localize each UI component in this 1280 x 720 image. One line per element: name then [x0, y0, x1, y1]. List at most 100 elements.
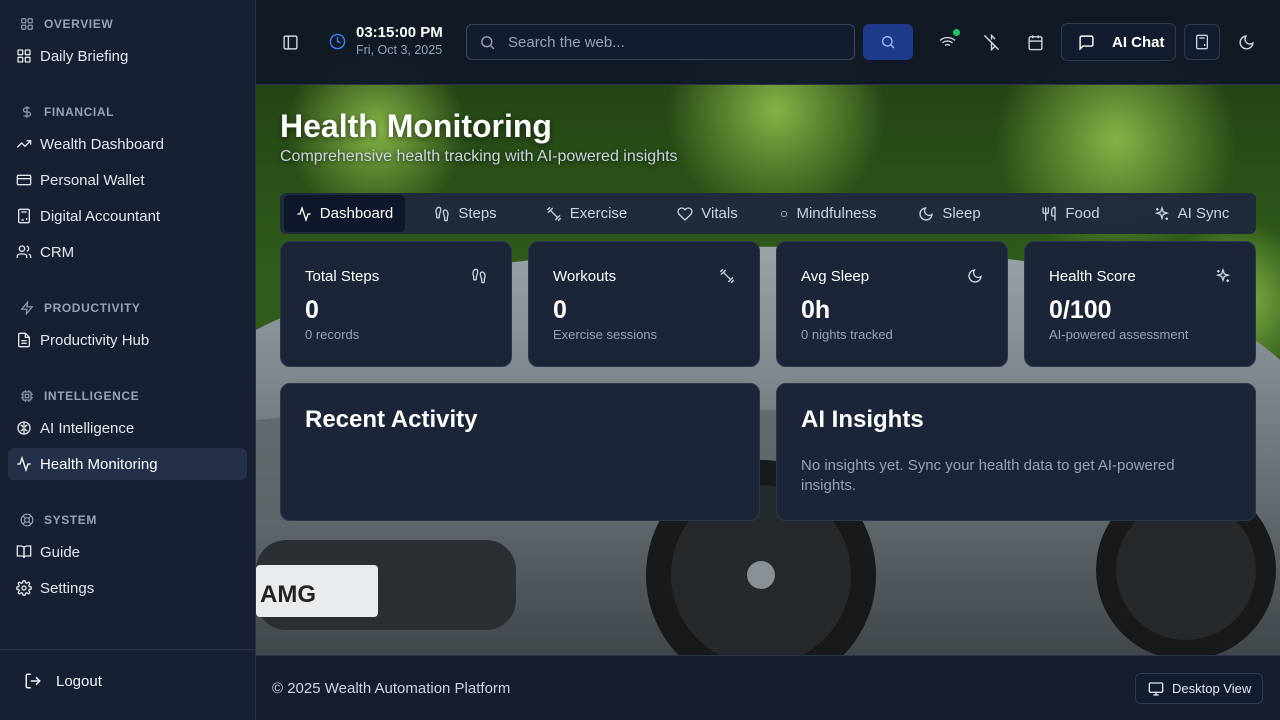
moon-icon [967, 268, 983, 284]
sidebar-item-settings[interactable]: Settings [8, 572, 247, 604]
stat-label: Avg Sleep [801, 268, 870, 285]
book-open-icon [16, 545, 32, 559]
dollar-icon [22, 106, 32, 118]
tab-steps[interactable]: Steps [405, 195, 526, 232]
panel-title: AI Insights [801, 406, 924, 433]
users-icon [16, 245, 32, 258]
search-icon [882, 36, 895, 49]
ai-insights-panel: AI Insights No insights yet. Sync your h… [776, 383, 1256, 521]
tab-sleep[interactable]: Sleep [889, 195, 1010, 232]
wifi-icon [939, 36, 955, 46]
calendar-button[interactable] [1021, 28, 1049, 56]
tab-exercise[interactable]: Exercise [526, 195, 647, 232]
grid-icon [17, 49, 31, 63]
recent-activity-panel: Recent Activity [280, 383, 760, 521]
tab-ai-sync[interactable]: AI Sync [1131, 195, 1252, 232]
sidebar-item-label: Digital Accountant [40, 207, 161, 225]
stat-value: 0 [305, 296, 319, 324]
cpu-icon [21, 390, 33, 402]
clock-date: Fri, Oct 3, 2025 [356, 43, 443, 57]
sidebar-item-label: Personal Wallet [40, 171, 145, 189]
sidebar-footer: Logout [0, 649, 256, 720]
stat-card-workouts: Workouts 0 Exercise sessions [528, 241, 760, 367]
section-productivity: PRODUCTIVITY [20, 300, 141, 316]
tab-label: AI Sync [1177, 205, 1230, 222]
stat-value: 0/100 [1049, 296, 1112, 324]
desktop-view-button[interactable]: Desktop View [1135, 673, 1263, 704]
desktop-view-label: Desktop View [1172, 681, 1252, 696]
sidebar-item-daily-briefing[interactable]: Daily Briefing [8, 40, 247, 72]
status-dot [953, 29, 960, 36]
stat-label: Health Score [1049, 268, 1136, 285]
settings-icon [16, 580, 32, 596]
tab-label: Sleep [942, 205, 981, 222]
tab-bar: Dashboard Steps Exercise Vitals Mindfuln… [280, 193, 1256, 234]
activity-icon [17, 456, 31, 472]
tab-label: Dashboard [319, 205, 394, 222]
tab-dashboard[interactable]: Dashboard [284, 195, 405, 232]
section-label: FINANCIAL [44, 105, 115, 119]
calculator-button[interactable] [1184, 24, 1220, 60]
section-label: SYSTEM [44, 513, 97, 527]
footer: © 2025 Wealth Automation Platform Deskto… [256, 655, 1280, 720]
sidebar-item-wealth-dashboard[interactable]: Wealth Dashboard [8, 128, 247, 160]
sidebar-item-guide[interactable]: Guide [8, 536, 247, 568]
tab-food[interactable]: Food [1010, 195, 1131, 232]
section-intelligence: INTELLIGENCE [20, 388, 139, 404]
sidebar-item-digital-accountant[interactable]: Digital Accountant [8, 200, 247, 232]
tab-vitals[interactable]: Vitals [647, 195, 768, 232]
stat-subtext: 0 records [305, 327, 360, 342]
ai-chat-button[interactable]: AI Chat [1061, 23, 1176, 61]
sidebar-item-health-monitoring[interactable]: Health Monitoring [8, 448, 247, 480]
section-system: SYSTEM [20, 512, 97, 528]
dumbbell-icon [719, 268, 735, 284]
sidebar-item-label: Wealth Dashboard [40, 135, 164, 153]
sidebar-item-crm[interactable]: CRM [8, 236, 247, 268]
activity-icon [297, 205, 311, 222]
ai-chat-label: AI Chat [1112, 33, 1165, 51]
section-financial: FINANCIAL [20, 104, 114, 120]
search-input[interactable] [508, 33, 828, 51]
footprints-icon [471, 268, 487, 284]
sidebar-item-label: AI Intelligence [40, 419, 135, 437]
tab-label: Steps [458, 205, 497, 222]
svg-text:AMG: AMG [260, 581, 316, 608]
sidebar-toggle-button[interactable] [276, 28, 304, 56]
heart-icon [677, 206, 693, 221]
sidebar-toggle-icon [282, 34, 298, 50]
clock-time: 03:15:00 PM [356, 24, 443, 41]
sidebar-item-productivity-hub[interactable]: Productivity Hub [8, 324, 247, 356]
sidebar: OVERVIEW Daily Briefing FINANCIAL Wealth… [0, 0, 256, 720]
sidebar-item-label: Productivity Hub [40, 331, 150, 349]
clock-widget: 03:15:00 PM Fri, Oct 3, 2025 [329, 24, 443, 58]
sidebar-item-ai-intelligence[interactable]: AI Intelligence [8, 412, 247, 444]
stat-label: Workouts [553, 268, 617, 285]
stat-card-avg-sleep: Avg Sleep 0h 0 nights tracked [776, 241, 1008, 367]
sidebar-item-label: Daily Briefing [40, 47, 129, 65]
logout-button[interactable]: Logout [24, 672, 102, 690]
trending-up-icon [16, 140, 32, 148]
sidebar-item-label: CRM [40, 243, 75, 261]
page-subtitle: Comprehensive health tracking with AI-po… [280, 148, 678, 165]
section-label: INTELLIGENCE [44, 389, 140, 403]
search-button[interactable] [863, 24, 913, 60]
theme-toggle-button[interactable] [1232, 28, 1260, 56]
tab-mindfulness[interactable]: Mindfulness [768, 195, 889, 232]
zap-icon [20, 301, 34, 315]
bluetooth-button[interactable] [977, 28, 1005, 56]
tab-label: Food [1065, 205, 1100, 222]
dumbbell-icon [546, 206, 561, 221]
stat-card-health-score: Health Score 0/100 AI-powered assessment [1024, 241, 1256, 367]
calculator-icon [1196, 34, 1208, 50]
life-buoy-icon [20, 513, 34, 527]
brain-icon [17, 421, 31, 435]
wifi-status-button[interactable] [933, 28, 961, 56]
sidebar-item-personal-wallet[interactable]: Personal Wallet [8, 164, 247, 196]
section-overview: OVERVIEW [20, 16, 113, 32]
tab-label: Exercise [569, 205, 628, 222]
panel-title: Recent Activity [305, 406, 478, 433]
section-label: PRODUCTIVITY [44, 301, 141, 315]
section-label: OVERVIEW [44, 17, 114, 31]
moon-icon [1239, 34, 1254, 49]
tab-label: Mindfulness [796, 205, 877, 222]
